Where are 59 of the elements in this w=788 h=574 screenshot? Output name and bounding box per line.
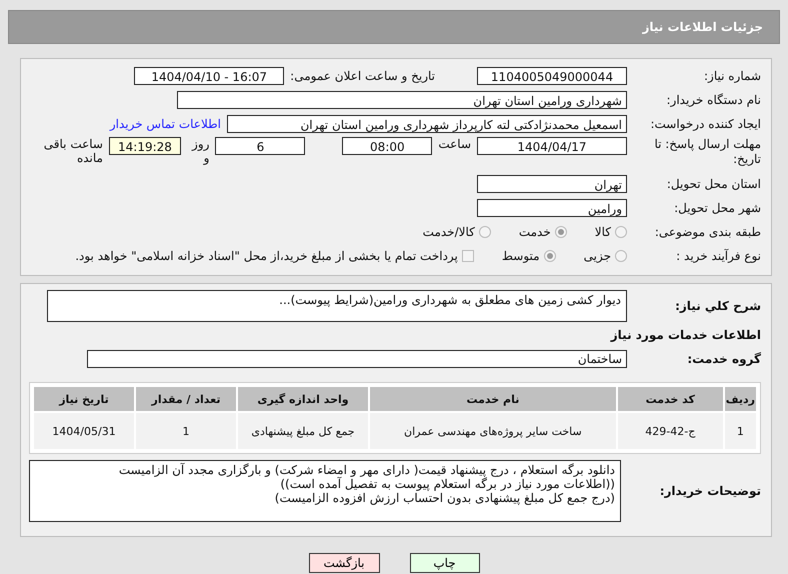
column-header: تعداد / مقدار xyxy=(136,387,236,411)
page-title: جزئیات اطلاعات نیاز xyxy=(642,20,763,34)
city-field: ورامین xyxy=(477,199,627,217)
field-label: شرح کلي نياز: xyxy=(674,299,761,313)
province-field: تهران xyxy=(477,175,627,193)
option-label: کالا xyxy=(594,225,611,239)
option-label: جزیی xyxy=(584,249,611,263)
radio-button[interactable] xyxy=(478,226,491,238)
time-label: ساعت xyxy=(438,137,471,151)
table-cell: ساخت سایر پروژه‌های مهندسی عمران xyxy=(370,413,616,449)
service-group-field: ساختمان xyxy=(87,350,627,368)
field-label: توضیحات خریدار: xyxy=(658,484,761,498)
days-label: روز و xyxy=(190,137,210,165)
field-label: شماره نیاز: xyxy=(703,69,761,83)
creator-field: اسمعیل محمدنژادکتی لته کارپرداز شهرداری ورامین استان تهران xyxy=(227,115,627,133)
option-label: کالا/خدمت xyxy=(422,225,475,239)
radio-button[interactable] xyxy=(544,250,556,262)
summary-field: دیوار کشی زمین های مطعلق به شهرداری ورامین(شرایط پیوست)... xyxy=(47,290,627,322)
field-label: تاریخ و ساعت اعلان عمومی: xyxy=(290,69,435,83)
radio-button[interactable] xyxy=(615,226,627,238)
field-label: شهر محل تحویل: xyxy=(673,201,761,215)
column-header: ردیف xyxy=(724,387,756,411)
column-header: واحد اندازه گیری xyxy=(238,387,368,411)
contact-link[interactable]: اطلاعات تماس خریدار xyxy=(110,117,221,131)
announce-date-field: 1404/04/10 - 16:07 xyxy=(134,67,284,85)
action-button[interactable]: بازگشت xyxy=(308,553,380,573)
column-header: کد خدمت xyxy=(618,387,723,411)
field-label: طبقه بندی موضوعی: xyxy=(654,225,761,239)
table-cell: 1404/05/31 xyxy=(34,413,134,449)
table-cell: جمع کل مبلغ پیشنهادی xyxy=(238,413,368,449)
column-header: نام خدمت xyxy=(370,387,616,411)
field-label: گروه خدمت: xyxy=(686,352,761,366)
field-label: نوع فرآیند خرید : xyxy=(675,249,761,263)
radio-button[interactable] xyxy=(615,250,627,262)
field-label: استان محل تحویل: xyxy=(666,177,761,191)
action-button[interactable]: چاپ xyxy=(410,553,480,573)
column-header: تاریخ نیاز xyxy=(34,387,134,411)
option-label: پرداخت تمام یا بخشی از مبلغ خرید،از محل "اسناد خزانه اسلامی" خواهد بود. xyxy=(75,249,458,263)
notes-line: ((اطلاعات مورد نیاز در برگه استعلام پیوست به تفصیل آمده است)) xyxy=(279,477,615,491)
need-number-field: 1104005049000044 xyxy=(477,67,627,85)
remaining-label: ساعت باقی مانده xyxy=(42,137,103,165)
notes-line: دانلود برگه استعلام ، درج پیشنهاد قیمت( دارای مهر و امضاء شرکت) و بارگزاری مجدد آن الزامیست xyxy=(118,463,615,477)
section-title: اطلاعات خدمات مورد نياز xyxy=(610,328,761,342)
field-label: مهلت ارسال پاسخ: تا تاریخ: xyxy=(653,137,761,167)
field-label: نام دستگاه خریدار: xyxy=(666,93,761,107)
table-cell: ج-42-429 xyxy=(618,413,723,449)
option-label: متوسط xyxy=(502,249,540,263)
deadline-date-field: 1404/04/17 xyxy=(477,137,627,155)
option-label: خدمت xyxy=(518,225,551,239)
notes-line: (درج جمع کل مبلغ پیشنهادی بدون احتساب ارزش افزوده الزامیست) xyxy=(274,491,615,505)
table-cell: 1 xyxy=(724,413,756,449)
buyer-field: شهرداری ورامین استان تهران xyxy=(177,91,627,109)
checkbox[interactable] xyxy=(462,250,474,262)
days-field: 6 xyxy=(215,137,306,155)
radio-button[interactable] xyxy=(554,226,567,238)
table-cell: 1 xyxy=(136,413,236,449)
field-label: ایجاد کننده درخواست: xyxy=(649,117,761,131)
remaining-time-field: 14:19:28 xyxy=(108,137,181,155)
deadline-time-field: 08:00 xyxy=(342,137,432,155)
